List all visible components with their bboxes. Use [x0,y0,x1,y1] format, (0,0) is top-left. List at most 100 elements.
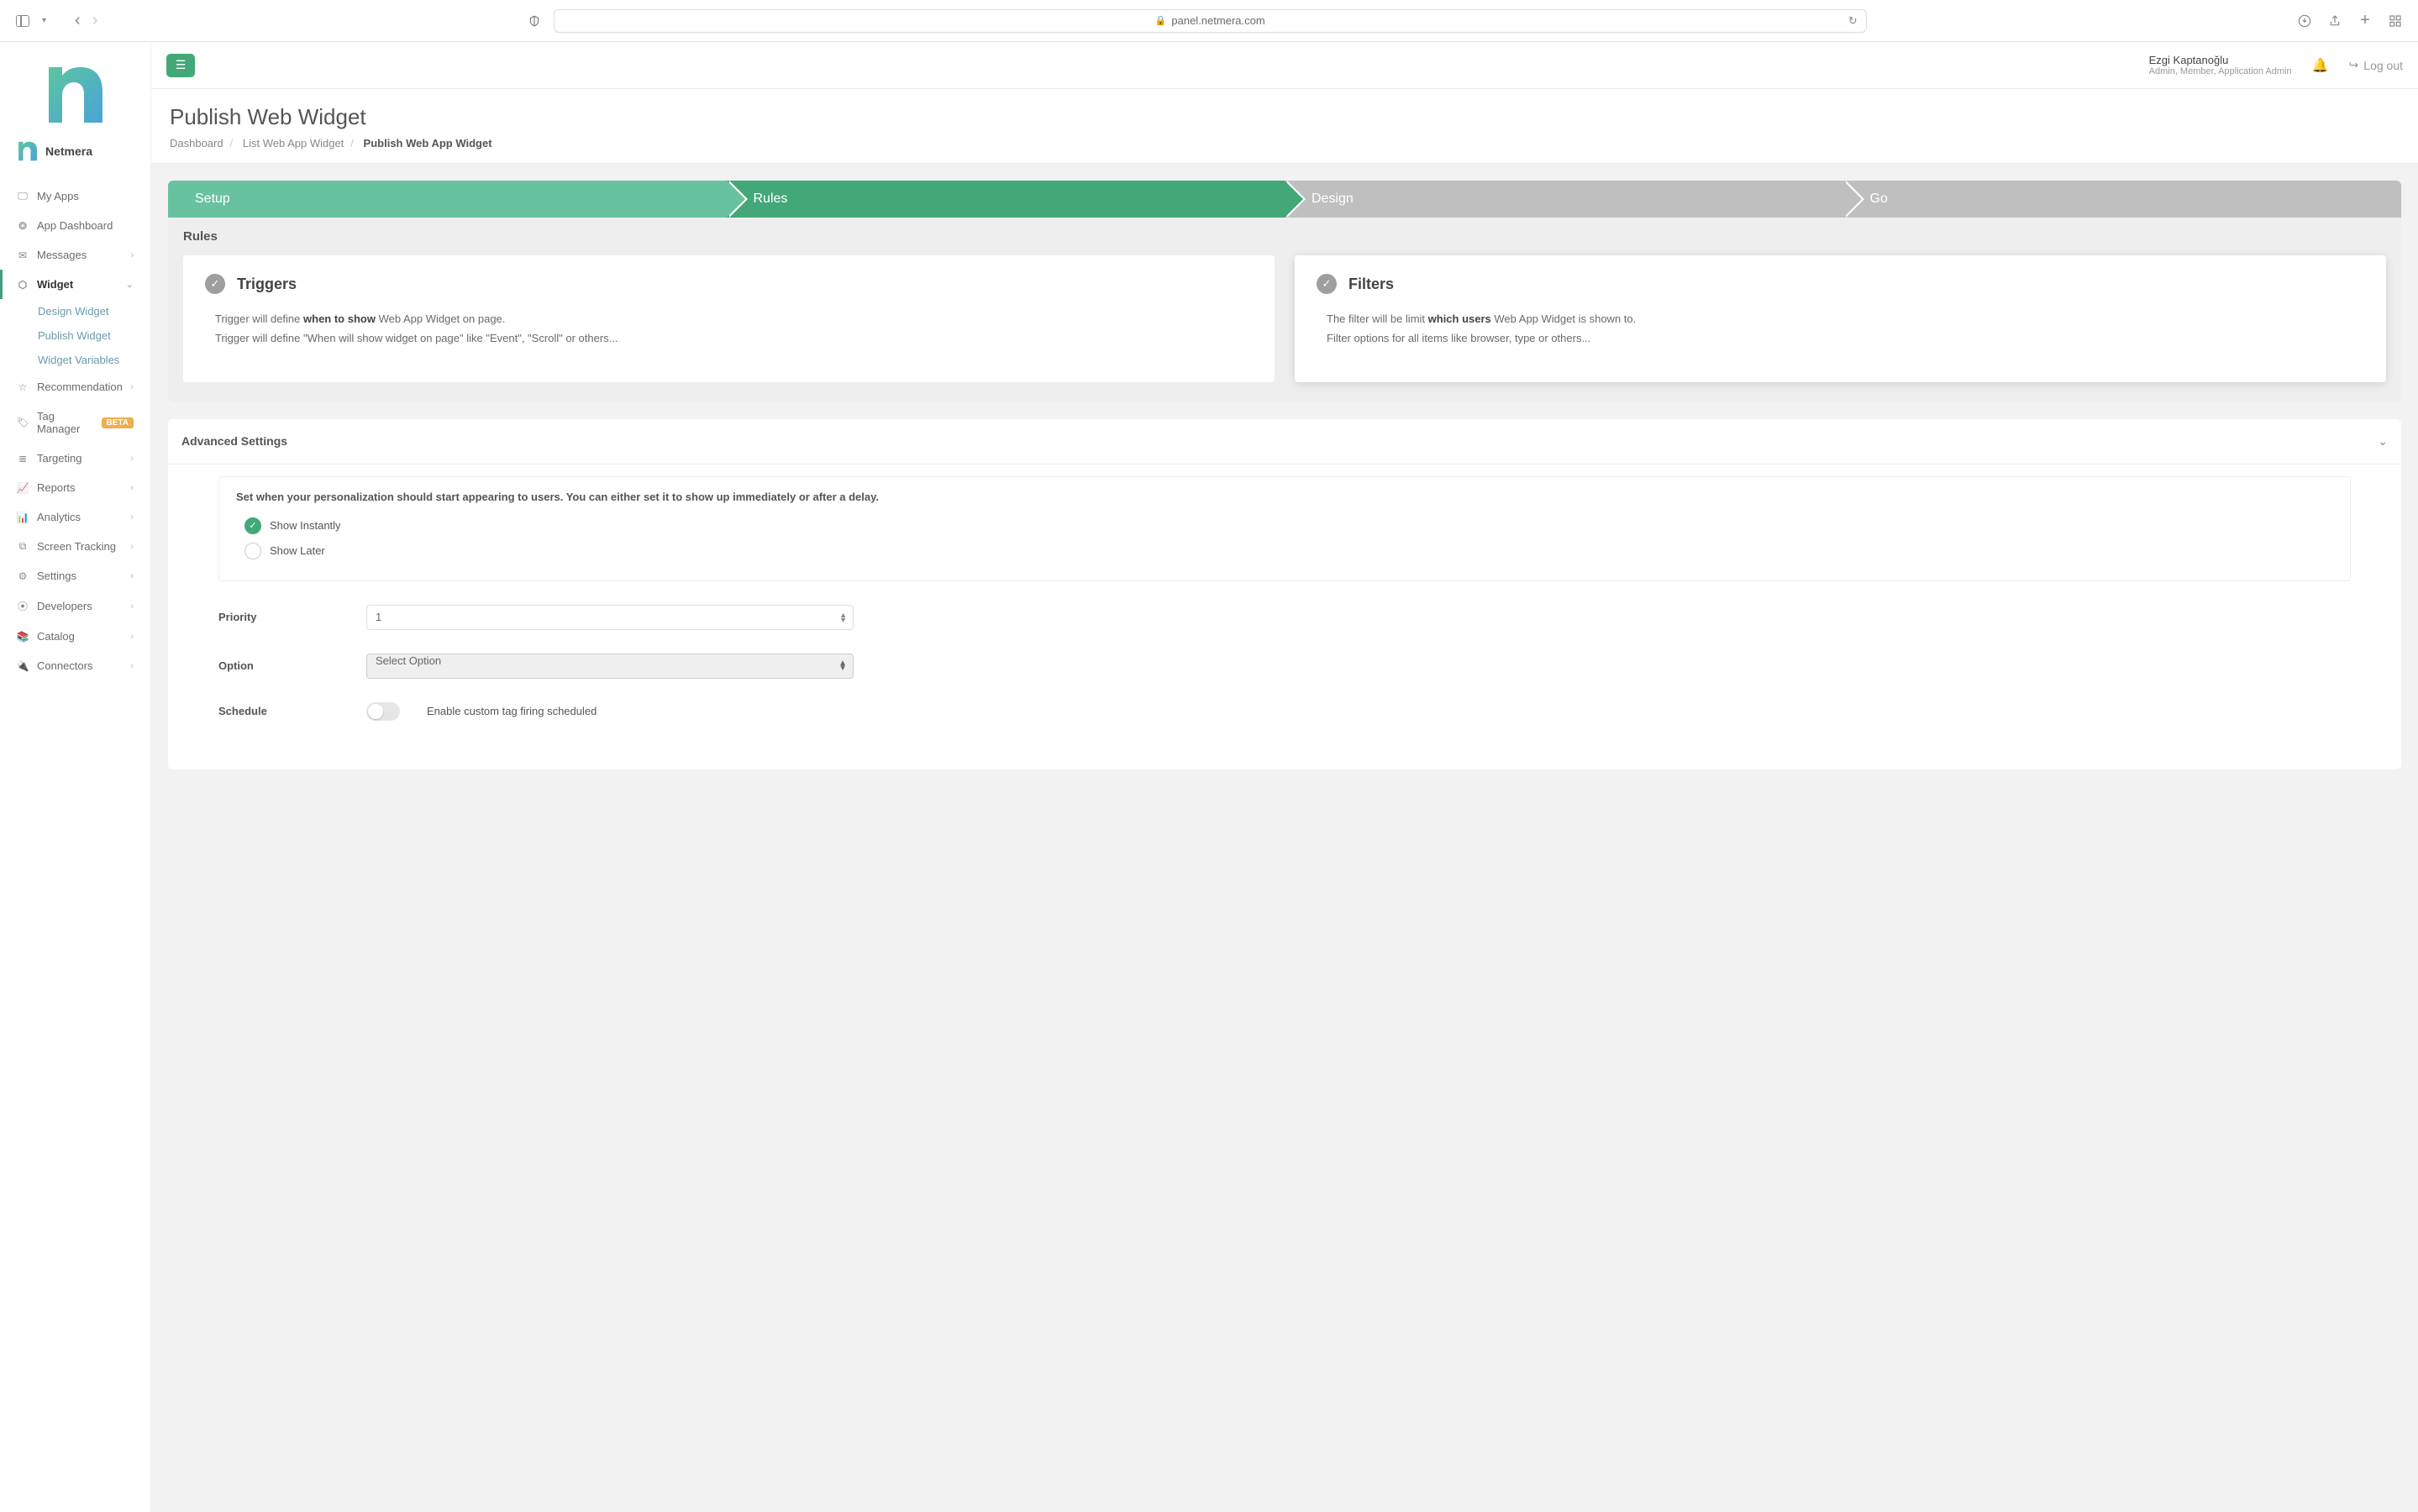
crumb-list[interactable]: List Web App Widget [243,137,344,150]
catalog-icon: 📚 [17,631,29,643]
desktop-icon: 🖵 [17,190,29,202]
nav-settings[interactable]: ⚙Settings› [0,561,150,591]
chevron-down-icon[interactable]: ▾ [42,16,46,25]
chevron-right-icon: › [130,454,134,464]
priority-input[interactable] [366,605,854,630]
analytics-icon: 📊 [17,512,29,523]
nav-targeting[interactable]: ≣Targeting› [0,444,150,473]
chevron-right-icon: › [130,382,134,392]
url-text: panel.netmera.com [1171,14,1264,27]
triggers-panel[interactable]: ✓ Triggers Trigger will define when to s… [183,255,1275,382]
priority-label: Priority [218,611,366,623]
widget-icon: ⬡ [17,279,29,291]
logo [0,57,150,141]
chevron-right-icon: › [130,512,134,522]
shield-icon[interactable] [528,14,540,28]
radio-show-later[interactable]: Show Later [236,538,2333,564]
url-bar[interactable]: 🔒 panel.netmera.com ↻ [554,9,1867,33]
filters-panel[interactable]: ✓ Filters The filter will be limit which… [1295,255,2386,382]
nav-tag-manager[interactable]: 🏷Tag ManagerBETA [0,402,150,444]
nav-messages[interactable]: ✉Messages› [0,240,150,270]
sidebar-toggle-icon[interactable] [15,13,30,29]
schedule-text: Enable custom tag firing scheduled [427,705,597,717]
nav-recommendation[interactable]: ☆Recommendation› [0,372,150,402]
nav-widget[interactable]: ⬡Widget⌄ [0,270,150,299]
brand-name: Netmera [45,144,92,158]
tag-icon: 🏷 [17,417,29,428]
targeting-icon: ≣ [17,453,29,465]
chevron-right-icon: › [130,571,134,581]
recommendation-icon: ☆ [17,381,29,393]
crumb-dashboard[interactable]: Dashboard [170,137,223,150]
topbar: ☰ Ezgi Kaptanoğlu Admin, Member, Applica… [151,42,2418,89]
filters-title: Filters [1348,276,1394,293]
option-select[interactable]: Select Option [366,654,854,679]
beta-badge: BETA [102,417,134,428]
chevron-right-icon: › [130,601,134,612]
gear-icon: ⚙ [17,570,29,582]
check-icon: ✓ [205,274,225,294]
connector-icon: 🔌 [17,660,29,672]
plus-icon[interactable]: + [2358,13,2373,29]
step-rules[interactable]: Rules [727,181,1285,218]
reload-icon[interactable]: ↻ [1848,14,1858,28]
dev-icon: ⦿ [17,599,29,613]
triggers-title: Triggers [237,276,297,293]
step-go[interactable]: Go [1843,181,2402,218]
schedule-toggle[interactable] [366,702,400,721]
nav-list: 🖵My Apps ❂App Dashboard ✉Messages› ⬡Widg… [0,176,150,685]
dashboard-icon: ❂ [17,220,29,232]
chevron-down-icon: ⌄ [126,279,134,290]
user-roles: Admin, Member, Application Admin [2149,66,2292,76]
nav-reports[interactable]: 📈Reports› [0,473,150,502]
hamburger-button[interactable]: ☰ [166,54,195,77]
nav-screen-tracking[interactable]: ⧉Screen Tracking› [0,532,150,561]
share-icon[interactable] [2327,13,2342,29]
radio-show-instantly[interactable]: ✓ Show Instantly [236,513,2333,538]
logout-link[interactable]: ↪ Log out [2349,58,2403,72]
nav-publish-widget[interactable]: Publish Widget [38,323,150,348]
chevron-down-icon: ⌄ [2378,434,2388,449]
nav-my-apps[interactable]: 🖵My Apps [0,181,150,211]
grid-icon[interactable] [2388,13,2403,29]
step-design[interactable]: Design [1285,181,1843,218]
option-label: Option [218,659,366,672]
step-setup[interactable]: Setup [168,181,727,218]
chevron-right-icon: › [130,542,134,552]
nav-design-widget[interactable]: Design Widget [38,299,150,323]
lock-icon: 🔒 [1155,15,1167,26]
user-name: Ezgi Kaptanoğlu [2149,54,2292,66]
user-block[interactable]: Ezgi Kaptanoğlu Admin, Member, Applicati… [2149,54,2292,76]
reports-icon: 📈 [17,482,29,494]
bell-icon[interactable]: 🔔 [2312,57,2329,74]
nav-widget-variables[interactable]: Widget Variables [38,348,150,372]
radio-unchecked-icon [244,543,261,559]
nav-back-icon[interactable]: ‹ [75,11,81,30]
page-header: Publish Web Widget Dashboard/ List Web A… [151,89,2418,164]
browser-chrome: ▾ ‹ › 🔒 panel.netmera.com ↻ + [0,0,2418,42]
schedule-label: Schedule [218,705,366,717]
nav-app-dashboard[interactable]: ❂App Dashboard [0,211,150,240]
nav-developers[interactable]: ⦿Developers› [0,591,150,622]
nav-catalog[interactable]: 📚Catalog› [0,622,150,651]
breadcrumb: Dashboard/ List Web App Widget/ Publish … [170,137,2400,150]
logout-icon: ↪ [2349,58,2359,72]
page-title: Publish Web Widget [170,104,2400,130]
messages-icon: ✉ [17,249,29,261]
screen-icon: ⧉ [17,540,29,553]
brand-row[interactable]: Netmera [0,141,150,176]
chevron-right-icon: › [130,483,134,493]
chevron-right-icon: › [130,250,134,260]
nav-connectors[interactable]: 🔌Connectors› [0,651,150,680]
chevron-right-icon: › [130,632,134,642]
timing-box: Set when your personalization should sta… [218,476,2351,581]
wizard-card: Setup Rules Design Go Rules ✓ Triggers T… [168,181,2401,402]
advanced-card: Advanced Settings ⌄ Set when your person… [168,419,2401,769]
timing-desc: Set when your personalization should sta… [236,491,2333,503]
step-nav: Setup Rules Design Go [168,181,2401,218]
nav-analytics[interactable]: 📊Analytics› [0,502,150,532]
radio-checked-icon: ✓ [244,517,261,534]
download-icon[interactable] [2297,13,2312,29]
advanced-toggle[interactable]: Advanced Settings ⌄ [168,419,2401,465]
main-area: ☰ Ezgi Kaptanoğlu Admin, Member, Applica… [151,42,2418,1512]
